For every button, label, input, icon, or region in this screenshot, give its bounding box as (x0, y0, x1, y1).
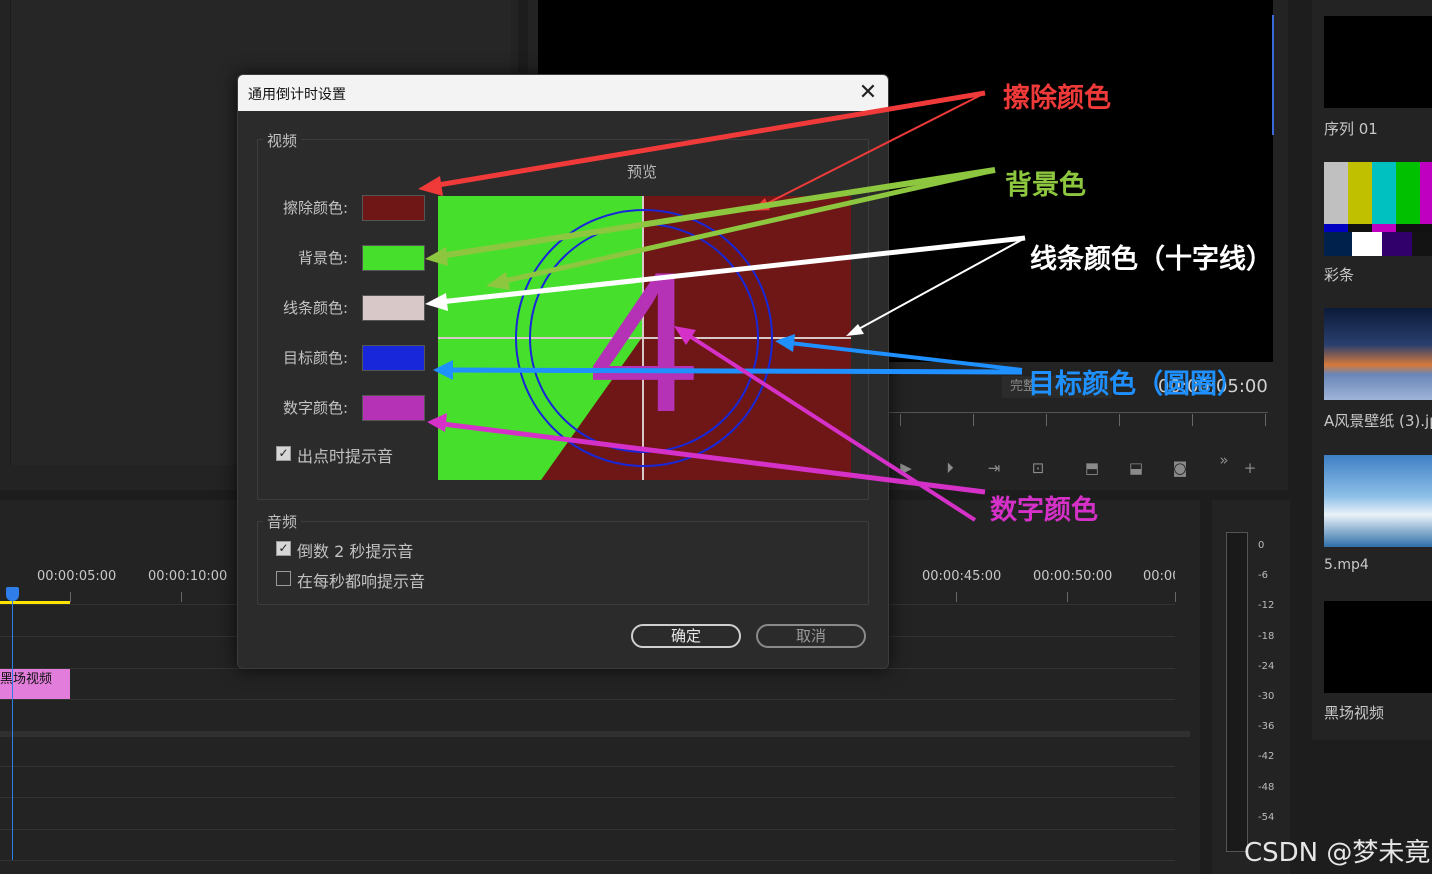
more-controls-icon[interactable]: » (1212, 448, 1236, 472)
two-second-beep-label[interactable]: 倒数 2 秒提示音 (297, 538, 413, 562)
track-divider (0, 797, 1175, 798)
annotation-numeral-color: 数字颜色 (990, 495, 1098, 526)
ruler-tick (181, 592, 182, 602)
timeline-clip[interactable]: 黑场视频 (0, 669, 70, 699)
timeline-time-label: 00:00: (1143, 569, 1175, 584)
monitor-ruler-tick (1192, 414, 1193, 426)
cancel-button[interactable]: 取消 (756, 624, 866, 648)
project-item-label[interactable]: 序列 01 (1324, 118, 1378, 139)
monitor-ruler-tick (1119, 414, 1120, 426)
every-second-beep-label[interactable]: 在每秒都响提示音 (297, 568, 425, 592)
go-to-out-icon[interactable]: ⇥ (982, 456, 1006, 480)
db-label: -54 (1258, 812, 1275, 823)
project-thumb-bars[interactable] (1324, 162, 1432, 256)
monitor-ruler-tick (1046, 414, 1047, 426)
annotation-wipe-color: 擦除颜色 (1003, 83, 1111, 114)
video-audio-separator[interactable] (0, 731, 1190, 737)
target-color-label: 目标颜色: (282, 349, 348, 367)
timeline-time-label: 00:00:10:00 (148, 569, 228, 584)
add-button-icon[interactable]: + (1238, 456, 1262, 480)
close-icon[interactable]: ✕ (854, 79, 882, 107)
monitor-ruler[interactable] (888, 412, 1268, 413)
project-item-label[interactable]: 彩条 (1324, 264, 1354, 285)
monitor-controls: ▶ ⏵ ⇥ ⊡ ⬒ ⬓ ◙ » + (890, 451, 1270, 480)
track-divider (0, 829, 1175, 830)
two-second-beep-checkbox[interactable]: ✓ (276, 541, 291, 556)
work-area-bar[interactable] (0, 601, 70, 604)
line-color-label: 线条颜色: (282, 299, 348, 317)
ruler-tick (1067, 592, 1068, 602)
track-divider (0, 860, 1175, 861)
every-second-beep-checkbox[interactable] (276, 571, 291, 586)
monitor-ruler-tick (900, 414, 901, 426)
audio-group (257, 521, 869, 605)
color-bars-image (1324, 162, 1432, 256)
play-icon[interactable]: ▶ (894, 456, 918, 480)
watermark: CSDN @梦未竟 (1244, 838, 1431, 868)
monitor-ruler-tick (1265, 414, 1266, 426)
cue-checkbox[interactable]: ✓ (276, 446, 291, 461)
db-label: -12 (1258, 600, 1275, 611)
playhead-line (12, 600, 13, 860)
project-item-label[interactable]: 黑场视频 (1324, 702, 1384, 723)
db-label: -48 (1258, 782, 1275, 793)
annotation-line-color: 线条颜色（十字线） (1030, 244, 1273, 275)
audio-meter (1226, 532, 1248, 852)
dialog-title: 通用倒计时设置 (248, 87, 346, 103)
monitor-scrollbar[interactable] (1272, 15, 1274, 135)
ok-button[interactable]: 确定 (631, 624, 741, 648)
step-forward-icon[interactable]: ⏵ (938, 456, 962, 480)
db-label: -24 (1258, 661, 1275, 672)
safe-margins-icon[interactable]: ⊡ (1026, 456, 1050, 480)
project-item-label[interactable]: 5.mp4 (1324, 557, 1369, 573)
timeline-time-label: 00:00:05:00 (37, 569, 117, 584)
project-item-label[interactable]: A风景壁纸 (3).jp (1324, 410, 1432, 431)
countdown-preview: 4 (438, 196, 851, 480)
annotation-target-color: 目标颜色（圆圈） (1028, 369, 1244, 400)
monitor-ruler-tick (973, 414, 974, 426)
background-color-label: 背景色: (297, 249, 348, 267)
audio-meter-panel (1212, 500, 1290, 874)
numeral-color-label: 数字颜色: (282, 399, 348, 417)
target-color-swatch[interactable] (362, 345, 425, 371)
wipe-color-swatch[interactable] (362, 195, 425, 221)
extract-icon[interactable]: ⬓ (1124, 456, 1148, 480)
ruler-tick (70, 592, 71, 602)
track-divider (0, 766, 1175, 767)
preview-label: 预览 (627, 163, 658, 181)
line-color-swatch[interactable] (362, 295, 425, 321)
ruler-tick (956, 592, 957, 602)
numeral-color-swatch[interactable] (362, 395, 425, 421)
playhead[interactable] (6, 587, 19, 601)
project-thumb-black[interactable] (1324, 601, 1432, 693)
audio-group-label: 音频 (263, 511, 302, 532)
cue-checkbox-label[interactable]: 出点时提示音 (297, 443, 393, 467)
timeline-time-label: 00:00:50:00 (1033, 569, 1113, 584)
countdown-settings-dialog: 通用倒计时设置 ✕ 视频 预览 擦除颜色: 背景色: 线条颜色: 目标颜色: 数… (237, 74, 889, 669)
db-label: -36 (1258, 721, 1275, 732)
annotation-background-color: 背景色 (1005, 170, 1086, 201)
db-label: 0 (1258, 540, 1265, 551)
timeline-time-label: 00:00:45:00 (922, 569, 1002, 584)
db-label: -30 (1258, 691, 1275, 702)
countdown-digit: 4 (588, 231, 699, 454)
project-thumb-video[interactable] (1324, 455, 1432, 547)
db-label: -42 (1258, 751, 1275, 762)
db-label: -18 (1258, 631, 1275, 642)
dialog-titlebar: 通用倒计时设置 ✕ (238, 75, 888, 111)
countdown-preview-image: 4 (438, 196, 851, 480)
project-thumb-landscape[interactable] (1324, 308, 1432, 400)
ruler-tick (1175, 592, 1176, 602)
lift-icon[interactable]: ⬒ (1080, 456, 1104, 480)
wipe-color-label: 擦除颜色: (282, 199, 348, 217)
project-thumb-sequence[interactable] (1324, 16, 1432, 108)
export-frame-icon[interactable]: ◙ (1168, 456, 1192, 480)
background-color-swatch[interactable] (362, 245, 425, 271)
track-divider (0, 699, 1175, 700)
db-label: -6 (1258, 570, 1268, 581)
video-group-label: 视频 (263, 130, 302, 151)
